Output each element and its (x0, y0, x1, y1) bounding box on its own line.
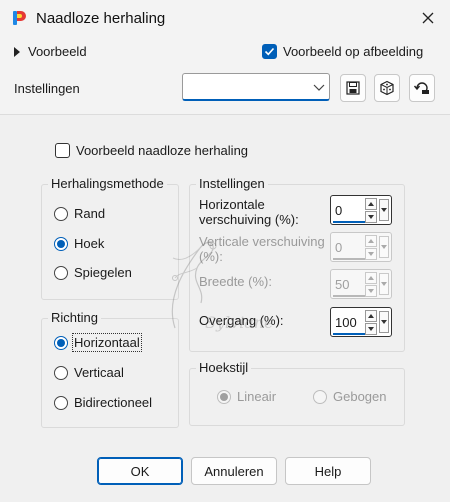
spin-down-icon[interactable] (365, 211, 377, 223)
vertical-offset-spinner: 0 (330, 232, 392, 262)
horizontal-offset-label: Horizontale verschuiving (%): (199, 197, 299, 227)
reset-icon (413, 82, 429, 94)
corner-option-label: Gebogen (333, 389, 387, 404)
preset-dropdown[interactable] (182, 73, 330, 101)
width-spinner: 50 (330, 269, 392, 299)
chevron-down-icon (313, 84, 325, 91)
corner-option-linear: Lineair (217, 389, 276, 404)
svg-text:Sylviane: Sylviane (205, 313, 274, 332)
ok-button-label: OK (130, 463, 150, 479)
reset-button[interactable] (409, 74, 435, 102)
radio-selected-icon (54, 335, 68, 350)
horizontal-offset-value: 0 (335, 203, 343, 218)
ok-button[interactable]: OK (97, 457, 183, 485)
direction-option-label: Verticaal (74, 365, 124, 380)
save-preset-button[interactable] (340, 74, 366, 102)
transition-value: 100 (335, 315, 357, 330)
cancel-button[interactable]: Annuleren (191, 457, 277, 485)
spin-up-icon[interactable] (365, 310, 377, 322)
spin-down-icon (365, 248, 377, 260)
radio-icon (313, 389, 327, 404)
preview-on-image-label: Voorbeeld op afbeelding (283, 44, 424, 59)
spin-down-icon[interactable] (365, 323, 377, 335)
settings-group-title: Instellingen (196, 176, 268, 191)
dropdown-arrow-icon (379, 273, 389, 295)
transition-spinner[interactable]: 100 (330, 307, 392, 337)
spin-down-icon (365, 285, 377, 297)
direction-option-vertical[interactable]: Verticaal (54, 365, 124, 380)
watermark-logo: Sylviane (145, 228, 275, 341)
seamless-preview-label: Voorbeeld naadloze herhaling (76, 143, 249, 158)
direction-option-horizontal[interactable]: Horizontaal (54, 333, 142, 352)
direction-option-bidirectional[interactable]: Bidirectioneel (54, 395, 152, 410)
preview-on-image-checkbox[interactable]: Voorbeeld op afbeelding (262, 44, 423, 59)
app-logo-icon (11, 9, 29, 27)
spin-up-icon[interactable] (365, 198, 377, 210)
checkbox-unchecked-icon (55, 143, 70, 158)
cancel-button-label: Annuleren (204, 463, 264, 479)
radio-icon (54, 265, 68, 280)
width-value: 50 (335, 277, 350, 292)
method-option-corner[interactable]: Hoek (54, 236, 104, 251)
value-slider-bar (333, 333, 365, 335)
preview-toggle[interactable]: Voorbeeld (14, 44, 87, 59)
corner-style-group-title: Hoekstijl (196, 360, 252, 375)
help-button[interactable]: Help (285, 457, 371, 485)
method-option-label: Spiegelen (74, 265, 132, 280)
corner-option-label: Lineair (237, 389, 277, 404)
spin-up-icon (365, 272, 377, 284)
radio-icon (54, 365, 68, 380)
dropdown-arrow-icon[interactable] (379, 311, 389, 333)
value-slider-bar (333, 221, 365, 223)
direction-option-label: Horizontaal (72, 333, 142, 352)
expand-arrow-icon (14, 46, 20, 57)
radio-selected-icon (54, 236, 68, 251)
window-title: Naadloze herhaling (36, 10, 166, 27)
dropdown-arrow-icon (379, 236, 389, 258)
checkbox-checked-icon (262, 44, 277, 59)
dropdown-arrow-icon[interactable] (379, 199, 389, 221)
corner-option-curved: Gebogen (313, 389, 387, 404)
radio-icon (54, 395, 68, 410)
radio-icon (54, 206, 68, 221)
help-button-label: Help (314, 463, 342, 479)
method-group-title: Herhalingsmethode (48, 176, 167, 191)
method-option-label: Hoek (74, 236, 105, 251)
value-slider-bar (333, 295, 365, 297)
settings-label: Instellingen (14, 81, 80, 96)
close-button[interactable] (412, 4, 444, 32)
method-option-edge[interactable]: Rand (54, 206, 105, 221)
randomize-button[interactable] (374, 74, 400, 102)
value-slider-bar (333, 258, 365, 260)
seamless-preview-checkbox[interactable]: Voorbeeld naadloze herhaling (55, 143, 248, 158)
vertical-offset-value: 0 (335, 240, 343, 255)
direction-option-label: Bidirectioneel (74, 395, 153, 410)
direction-group-title: Richting (48, 310, 101, 325)
spin-up-icon (365, 235, 377, 247)
method-option-label: Rand (74, 206, 106, 221)
preview-toggle-label: Voorbeeld (28, 44, 87, 59)
save-preset-icon (346, 81, 360, 95)
radio-selected-icon (217, 389, 231, 404)
horizontal-offset-spinner[interactable]: 0 (330, 195, 392, 225)
randomize-icon (380, 80, 394, 96)
close-icon (422, 12, 434, 24)
method-option-mirror[interactable]: Spiegelen (54, 265, 132, 280)
